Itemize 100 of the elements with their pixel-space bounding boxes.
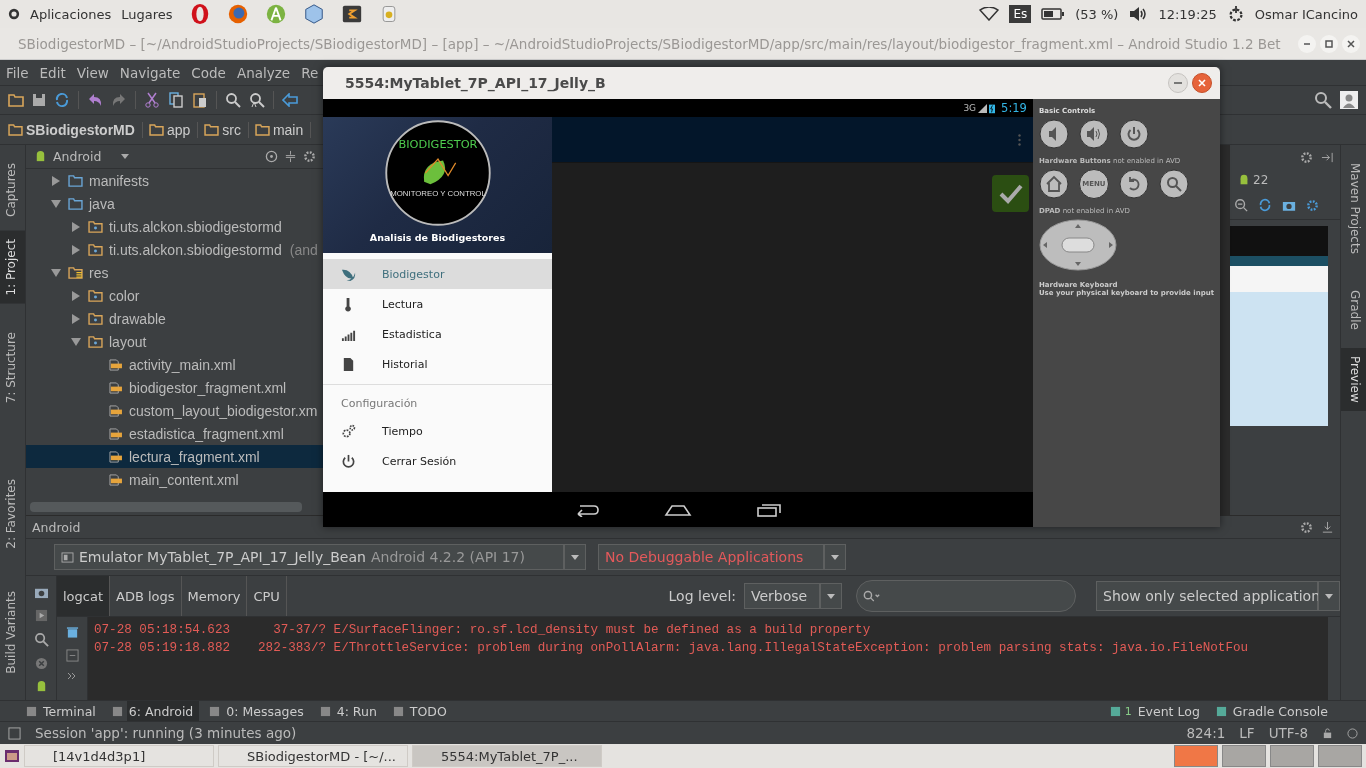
volume-icon[interactable] [1128, 6, 1149, 22]
tool-window-icon[interactable] [392, 705, 404, 717]
breadcrumb-item[interactable]: SBiodigestorMD [26, 121, 143, 138]
view-dropdown[interactable]: Android [53, 149, 102, 164]
tool-window-tab[interactable]: 7: Structure [0, 323, 25, 411]
home-icon[interactable] [663, 502, 692, 517]
camera-icon[interactable] [33, 586, 49, 599]
logcat-tab[interactable]: CPU [247, 576, 287, 616]
tool-window-button[interactable]: 4: Run [334, 701, 383, 721]
paste-icon[interactable] [192, 92, 208, 108]
lock-icon[interactable] [1322, 727, 1333, 739]
tool-window-icon[interactable] [319, 705, 331, 717]
expand-arrow-icon[interactable] [71, 337, 81, 346]
copy-icon[interactable] [168, 92, 184, 108]
overflow-menu-icon[interactable] [1017, 133, 1021, 146]
tool-window-tab[interactable]: Preview [1341, 347, 1366, 411]
volume-down-icon[interactable] [1038, 119, 1069, 149]
checkmark-button-icon[interactable] [991, 175, 1029, 212]
android-compass-icon[interactable] [264, 3, 287, 25]
close-icon[interactable] [1342, 34, 1360, 53]
show-desktop-icon[interactable] [4, 749, 20, 763]
tool-window-button[interactable]: Terminal [41, 701, 102, 721]
stop-icon[interactable] [34, 657, 48, 670]
tool-window-tab[interactable]: 1: Project [0, 230, 25, 304]
device-dropdown[interactable]: Emulator MyTablet_7P_API_17_Jelly_Bean Android 4.2.2 (API 17) [54, 544, 564, 570]
workspace-switcher[interactable] [1318, 745, 1362, 767]
tree-item[interactable]: res [26, 261, 324, 284]
tool-window-icon[interactable] [26, 705, 37, 717]
menu-item[interactable]: View [76, 64, 109, 81]
log-level-dropdown[interactable]: Verbose [744, 583, 820, 609]
back-icon[interactable] [1118, 169, 1149, 199]
hide-panel-icon[interactable] [1321, 150, 1334, 164]
drawer-item[interactable]: Tiempo [323, 416, 552, 446]
redo-icon[interactable] [111, 93, 127, 107]
tool-window-button[interactable]: 6: Android [126, 701, 200, 721]
panel-menu[interactable]: Aplicaciones [30, 6, 112, 22]
tool-window-button[interactable]: TODO [407, 701, 453, 721]
settings-icon[interactable] [303, 150, 316, 163]
taskbar-window-button[interactable]: 5554:MyTablet_7P_... [412, 745, 602, 767]
minimize-icon[interactable] [1298, 34, 1316, 53]
breadcrumb-item[interactable]: app [166, 121, 199, 138]
menu-item[interactable]: Navigate [119, 64, 181, 81]
workspace-switcher[interactable] [1222, 745, 1266, 767]
search-icon[interactable] [863, 589, 881, 603]
keyboard-layout-indicator[interactable]: Es [1009, 5, 1032, 23]
workspace-switcher[interactable] [1270, 745, 1314, 767]
expand-arrow-icon[interactable] [72, 313, 80, 324]
battery-icon[interactable] [1041, 8, 1066, 20]
api-level-dropdown[interactable]: 22 [1253, 173, 1269, 187]
taskbar-window-button[interactable]: SBiodigestorMD - [~/... [218, 745, 408, 767]
text-editor-icon[interactable] [340, 3, 363, 25]
tool-window-tab[interactable]: Build Variants [0, 582, 25, 682]
breadcrumb-item[interactable]: main [272, 121, 312, 138]
tool-window-button[interactable]: 0: Messages [224, 701, 310, 721]
drawer-item[interactable]: Cerrar Sesión [323, 446, 552, 476]
save-icon[interactable] [32, 93, 46, 107]
menu-item[interactable]: Code [191, 64, 226, 81]
panel-menu[interactable]: Lugares [121, 6, 173, 22]
scroll-end-icon[interactable] [65, 649, 79, 662]
tool-window-tab[interactable]: Captures [0, 155, 25, 225]
replace-icon[interactable] [249, 92, 265, 108]
expand-arrow-icon[interactable] [72, 290, 80, 301]
drawer-item[interactable]: Lectura [323, 289, 552, 319]
tool-window-icon[interactable] [209, 705, 221, 717]
workspace-switcher[interactable] [1174, 745, 1218, 767]
search-icon[interactable] [1158, 169, 1189, 199]
settings-icon[interactable] [1306, 198, 1319, 212]
caret-icon[interactable] [1318, 581, 1340, 611]
minimize-icon[interactable] [1168, 73, 1188, 93]
search-icon[interactable] [33, 632, 49, 647]
logcat-tab[interactable]: Memory [181, 576, 248, 616]
tree-item[interactable]: lectura_fragment.xml [26, 445, 324, 468]
caret-icon[interactable] [824, 544, 846, 570]
tree-item[interactable]: ti.uts.alckon.sbiodigestormd (and [26, 238, 324, 261]
trash-icon[interactable] [65, 625, 79, 639]
breadcrumb-item[interactable]: src [222, 121, 249, 138]
home-icon[interactable] [1038, 169, 1069, 199]
menu-item[interactable]: Edit [39, 64, 66, 81]
settings-icon[interactable] [1300, 150, 1313, 164]
folder-icon[interactable] [8, 93, 24, 107]
tree-item[interactable]: ti.uts.alckon.sbiodigestormd [26, 215, 324, 238]
close-icon[interactable] [1192, 73, 1212, 93]
wifi-icon[interactable] [979, 7, 1000, 21]
logcat-tab[interactable]: ADB logs [110, 576, 182, 616]
tool-window-icon[interactable] [1215, 705, 1227, 717]
tree-item[interactable]: custom_layout_biodigestor.xm [26, 399, 324, 422]
sync-icon[interactable] [54, 92, 70, 108]
expand-arrow-icon[interactable] [51, 199, 61, 208]
undo-icon[interactable] [87, 93, 103, 107]
caret-icon[interactable] [820, 583, 842, 609]
user-name[interactable]: Osmar ICancino [1254, 6, 1358, 22]
scrollbar[interactable] [30, 502, 302, 512]
filter-dropdown[interactable]: Show only selected application [1096, 581, 1318, 611]
search-field[interactable] [856, 580, 1076, 612]
dpad-control[interactable] [1038, 219, 1117, 271]
tool-window-button[interactable]: Gradle Console [1230, 701, 1334, 721]
tree-item[interactable]: layout [26, 330, 324, 353]
expand-arrow-icon[interactable] [72, 221, 80, 232]
cube-icon[interactable] [302, 3, 325, 25]
volume-up-icon[interactable] [1078, 119, 1109, 149]
